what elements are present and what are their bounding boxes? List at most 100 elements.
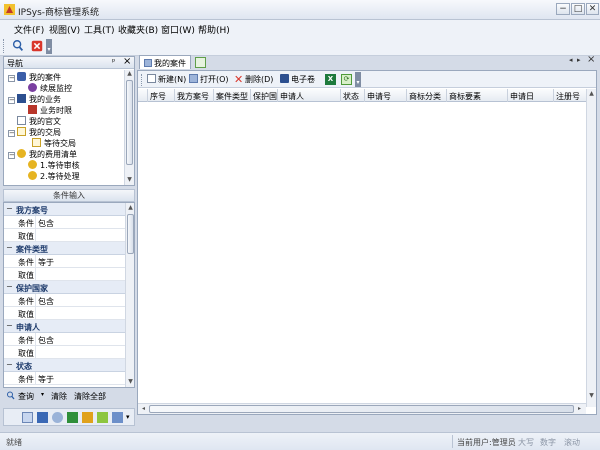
- close-nav-icon[interactable]: ×: [123, 56, 131, 67]
- grid-vertical-scrollbar[interactable]: ▲ ▼: [586, 89, 596, 407]
- maximize-button[interactable]: □: [571, 3, 585, 15]
- nav-tool-check-icon[interactable]: [97, 412, 108, 423]
- column-header-our-case-no[interactable]: 我方案号: [175, 89, 214, 102]
- tab-close-icon[interactable]: ×: [587, 54, 595, 65]
- condition-operator-row[interactable]: 条件 包含: [4, 216, 125, 229]
- query-button[interactable]: 查询: [18, 391, 34, 402]
- condition-value-row[interactable]: 取值: [4, 268, 125, 281]
- column-header-protected-country[interactable]: 保护国: [251, 89, 278, 102]
- query-dropdown-chevron-down-icon[interactable]: ▾: [41, 391, 44, 398]
- collapse-icon[interactable]: −: [8, 130, 15, 137]
- toolbar-grip[interactable]: [3, 39, 5, 53]
- condition-operator-value[interactable]: 包含: [38, 296, 54, 307]
- condition-operator-row[interactable]: 条件 包含: [4, 333, 125, 346]
- nav-tool-monitor-icon[interactable]: [112, 412, 123, 423]
- condition-group-case-type[interactable]: − 案件类型: [4, 242, 125, 255]
- refresh-icon[interactable]: ⟳: [341, 74, 352, 85]
- scroll-right-icon[interactable]: ▸: [575, 405, 584, 412]
- navigation-scrollbar[interactable]: ▲ ▼: [124, 70, 134, 185]
- tab-scroll-left-icon[interactable]: ◂: [569, 56, 573, 64]
- scroll-up-icon[interactable]: ▲: [126, 204, 134, 211]
- clear-all-button[interactable]: 清除全部: [74, 391, 106, 402]
- tree-item-business-deadline[interactable]: 业务时限: [28, 105, 72, 116]
- collapse-icon[interactable]: −: [8, 75, 15, 82]
- condition-group-case-no[interactable]: − 我方案号: [4, 203, 125, 216]
- collapse-icon[interactable]: −: [8, 152, 15, 159]
- tab-my-cases[interactable]: 我的案件: [139, 55, 191, 69]
- column-header-applicant[interactable]: 申请人: [278, 89, 341, 102]
- nav-tool-pencil-icon[interactable]: [82, 412, 93, 423]
- column-header-case-type[interactable]: 案件类型: [214, 89, 251, 102]
- close-icon[interactable]: [29, 38, 45, 54]
- new-button[interactable]: 新建(N): [147, 74, 186, 86]
- tree-item-my-official-docs[interactable]: 我的官文: [17, 116, 61, 127]
- excel-icon[interactable]: X: [325, 74, 336, 85]
- ebook-button[interactable]: 电子卷: [280, 74, 315, 86]
- menu-window[interactable]: 窗口(W): [161, 23, 195, 36]
- condition-operator-row[interactable]: 条件 等于: [4, 255, 125, 268]
- toolbar-overflow-chevron-icon[interactable]: ▾: [46, 39, 52, 54]
- clear-button[interactable]: 清除: [51, 391, 67, 402]
- column-header-application-no[interactable]: 申请号: [365, 89, 407, 102]
- condition-group-applicant[interactable]: − 申请人: [4, 320, 125, 333]
- collapse-icon[interactable]: −: [6, 243, 13, 252]
- column-header-status[interactable]: 状态: [341, 89, 365, 102]
- scroll-up-icon[interactable]: ▲: [587, 90, 596, 97]
- nav-tool-cases-icon[interactable]: [22, 412, 33, 423]
- condition-operator-row[interactable]: 条件 等于: [4, 372, 125, 385]
- column-header-serial[interactable]: 序号: [148, 89, 175, 102]
- toolbar-grip[interactable]: [141, 74, 143, 86]
- scroll-down-icon[interactable]: ▼: [125, 176, 134, 183]
- scroll-left-icon[interactable]: ◂: [139, 405, 148, 412]
- collapse-icon[interactable]: −: [8, 97, 15, 104]
- column-header-registration-no[interactable]: 注册号: [554, 89, 586, 102]
- menu-favorites[interactable]: 收藏夹(B): [118, 23, 158, 36]
- condition-operator-value[interactable]: 包含: [38, 218, 54, 229]
- condition-value-row[interactable]: 取值: [4, 346, 125, 359]
- search-icon[interactable]: [10, 38, 26, 54]
- grid-horizontal-scrollbar[interactable]: ◂ ▸: [138, 403, 586, 414]
- scroll-down-icon[interactable]: ▼: [126, 378, 134, 385]
- tree-item-pending-review[interactable]: 1.等待审核: [28, 160, 80, 171]
- condition-value-row[interactable]: 取值: [4, 307, 125, 320]
- condition-group-protected-country[interactable]: − 保护国家: [4, 281, 125, 294]
- nav-tool-people-icon[interactable]: [52, 412, 63, 423]
- pin-icon[interactable]: ᵖ: [112, 57, 115, 66]
- search-icon[interactable]: [6, 391, 15, 400]
- menu-tools[interactable]: 工具(T): [84, 23, 115, 36]
- open-button[interactable]: 打开(O): [189, 74, 229, 86]
- scroll-thumb[interactable]: [126, 80, 133, 165]
- column-header-application-date[interactable]: 申请日: [508, 89, 554, 102]
- scroll-up-icon[interactable]: ▲: [125, 70, 134, 77]
- column-header-class[interactable]: 商标分类: [407, 89, 447, 102]
- tree-item-pending-processing[interactable]: 2.等待处理: [28, 171, 80, 182]
- nav-tools-chevron-down-icon[interactable]: ▾: [126, 413, 130, 421]
- tab-scroll-right-icon[interactable]: ▸: [577, 56, 581, 64]
- tree-item-pending-submission[interactable]: 等待交局: [32, 138, 76, 149]
- collapse-icon[interactable]: −: [6, 204, 13, 213]
- collapse-icon[interactable]: −: [6, 282, 13, 291]
- collapse-icon[interactable]: −: [6, 360, 13, 369]
- collapse-icon[interactable]: −: [6, 321, 13, 330]
- condition-operator-row[interactable]: 条件 包含: [4, 294, 125, 307]
- tree-item-my-submissions[interactable]: − 我的交局: [8, 127, 61, 138]
- menu-help[interactable]: 帮助(H): [198, 23, 230, 36]
- scroll-thumb[interactable]: [149, 405, 574, 413]
- close-window-button[interactable]: ✕: [586, 3, 599, 15]
- condition-operator-value[interactable]: 包含: [38, 335, 54, 346]
- grid-toolbar-chevron-down-icon[interactable]: ▾: [355, 72, 361, 87]
- condition-operator-value[interactable]: 等于: [38, 257, 54, 268]
- minimize-button[interactable]: −: [556, 3, 570, 15]
- menu-file[interactable]: 文件(F): [14, 23, 44, 36]
- condition-value-row[interactable]: 取值: [4, 229, 125, 242]
- scroll-down-icon[interactable]: ▼: [587, 392, 596, 399]
- menu-view[interactable]: 视图(V): [49, 23, 80, 36]
- condition-group-status[interactable]: − 状态: [4, 359, 125, 372]
- nav-tool-books-icon[interactable]: [37, 412, 48, 423]
- tree-item-my-cases[interactable]: − 我的案件: [8, 72, 61, 83]
- new-tab-icon[interactable]: [195, 57, 206, 68]
- tree-item-renewal-monitor[interactable]: 续展监控: [28, 83, 72, 94]
- condition-operator-value[interactable]: 等于: [38, 374, 54, 385]
- tree-item-my-fee-list[interactable]: − 我的费用清单: [8, 149, 77, 160]
- tree-item-my-business[interactable]: − 我的业务: [8, 94, 61, 105]
